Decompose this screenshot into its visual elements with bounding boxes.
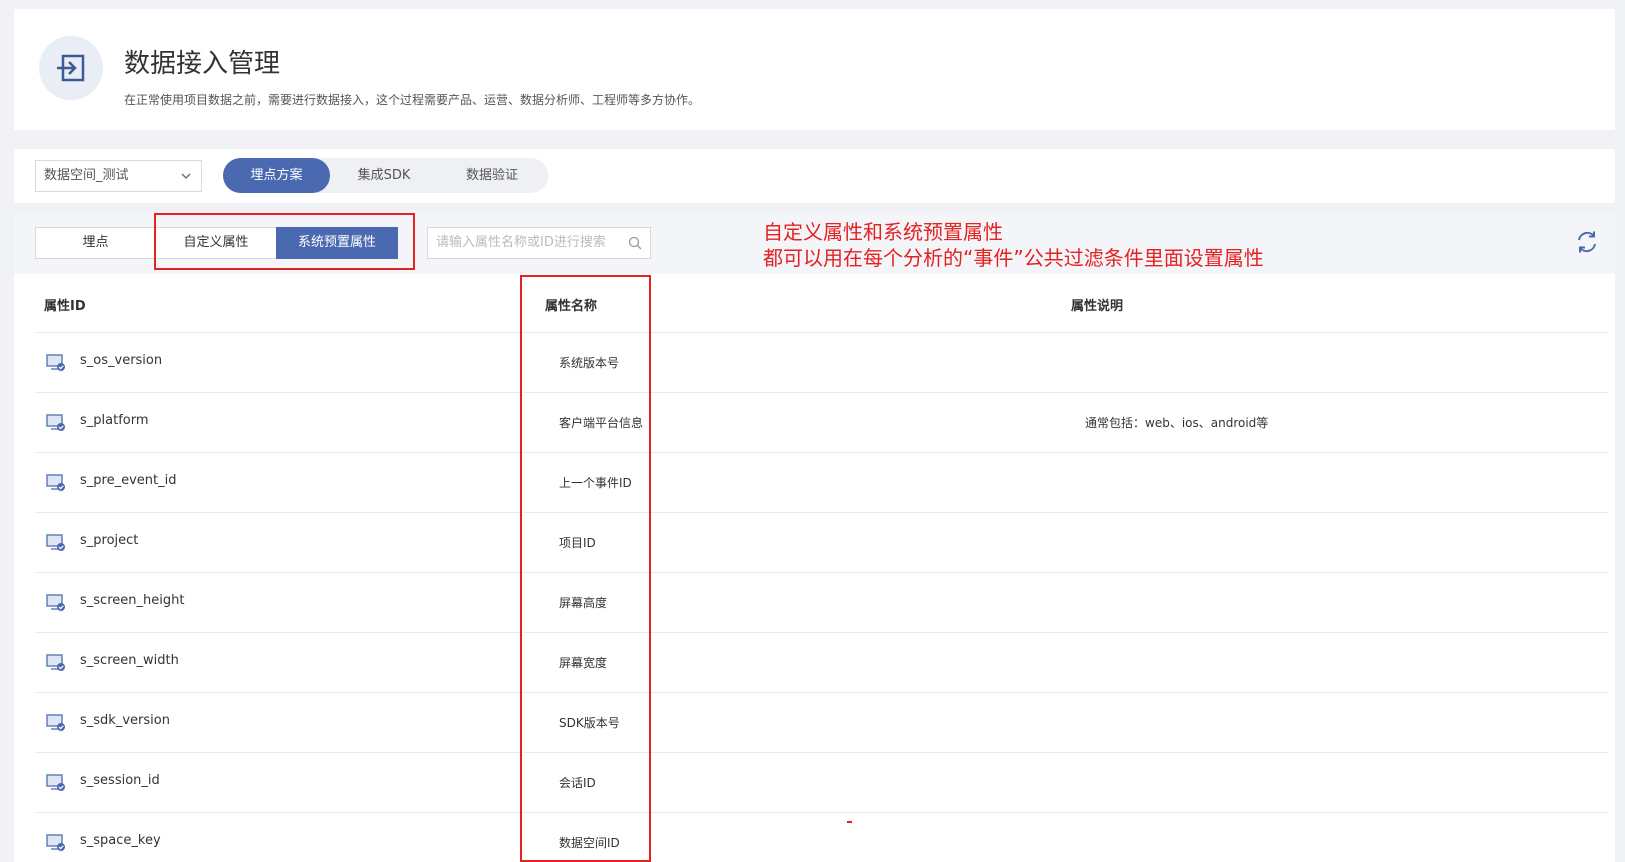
data-import-icon (39, 36, 103, 100)
property-id: s_space_key (80, 833, 161, 848)
column-header-description: 属性说明 (1071, 299, 1124, 314)
tab-tracking-plan[interactable]: 埋点方案 (223, 158, 330, 193)
property-id: s_pre_event_id (80, 473, 177, 488)
system-property-icon (46, 414, 66, 436)
property-id: s_platform (80, 413, 149, 428)
chevron-down-icon (181, 161, 191, 203)
search-icon[interactable] (628, 228, 642, 270)
property-table: 属性ID 属性名称 属性说明 s_os_version 系统版本号 s_platfo… (14, 274, 1615, 862)
system-property-icon (46, 354, 66, 376)
column-header-id: 属性ID (44, 299, 86, 314)
page-header: 数据接入管理 在正常使用项目数据之前，需要进行数据接入，这个过程需要产品、运营、… (14, 9, 1615, 130)
property-id: s_sdk_version (80, 713, 170, 728)
system-property-icon (46, 474, 66, 496)
system-property-icon (46, 834, 66, 856)
tab-data-validation[interactable]: 数据验证 (438, 158, 546, 193)
annotation-box-name-column (520, 275, 651, 862)
system-property-icon (46, 774, 66, 796)
annotation-mark (847, 821, 852, 823)
property-id: s_screen_height (80, 593, 185, 608)
table-row[interactable]: s_platform 客户端平台信息 通常包括：web、ios、android等 (35, 392, 1608, 452)
table-row[interactable]: s_pre_event_id 上一个事件ID (35, 452, 1608, 512)
system-property-icon (46, 654, 66, 676)
table-row[interactable]: s_session_id 会话ID (35, 752, 1608, 812)
property-id: s_screen_width (80, 653, 179, 668)
system-property-icon (46, 594, 66, 616)
table-row[interactable]: s_sdk_version SDK版本号 (35, 692, 1608, 752)
search-placeholder: 请输入属性名称或ID进行搜索 (436, 235, 606, 250)
data-space-select[interactable]: 数据空间_测试 (35, 160, 202, 192)
table-row[interactable]: s_screen_height 屏幕高度 (35, 572, 1608, 632)
table-row[interactable]: s_space_key 数据空间ID (35, 812, 1608, 862)
page-title: 数据接入管理 (124, 49, 281, 79)
table-row[interactable]: s_os_version 系统版本号 (35, 332, 1608, 392)
table-row[interactable]: s_screen_width 屏幕宽度 (35, 632, 1608, 692)
segment-events[interactable]: 埋点 (35, 227, 156, 259)
search-input[interactable]: 请输入属性名称或ID进行搜索 (427, 227, 651, 259)
property-id: s_session_id (80, 773, 160, 788)
property-id: s_project (80, 533, 139, 548)
property-id: s_os_version (80, 353, 163, 368)
page-subtitle: 在正常使用项目数据之前，需要进行数据接入，这个过程需要产品、运营、数据分析师、工… (124, 93, 701, 107)
tab-integrate-sdk[interactable]: 集成SDK (330, 158, 438, 193)
system-property-icon (46, 534, 66, 556)
annotation-note: 自定义属性和系统预置属性 都可以用在每个分析的“事件”公共过滤条件里面设置属性 (763, 220, 1264, 270)
table-row[interactable]: s_project 项目ID (35, 512, 1608, 572)
step-tabs: 埋点方案 集成SDK 数据验证 (223, 158, 548, 193)
property-description: 通常包括：web、ios、android等 (1085, 416, 1269, 430)
data-space-select-value: 数据空间_测试 (44, 168, 129, 183)
refresh-icon[interactable] (1574, 229, 1600, 255)
annotation-box-property-tabs (154, 213, 415, 270)
toolbar: 数据空间_测试 埋点方案 集成SDK 数据验证 (14, 149, 1615, 203)
system-property-icon (46, 714, 66, 736)
